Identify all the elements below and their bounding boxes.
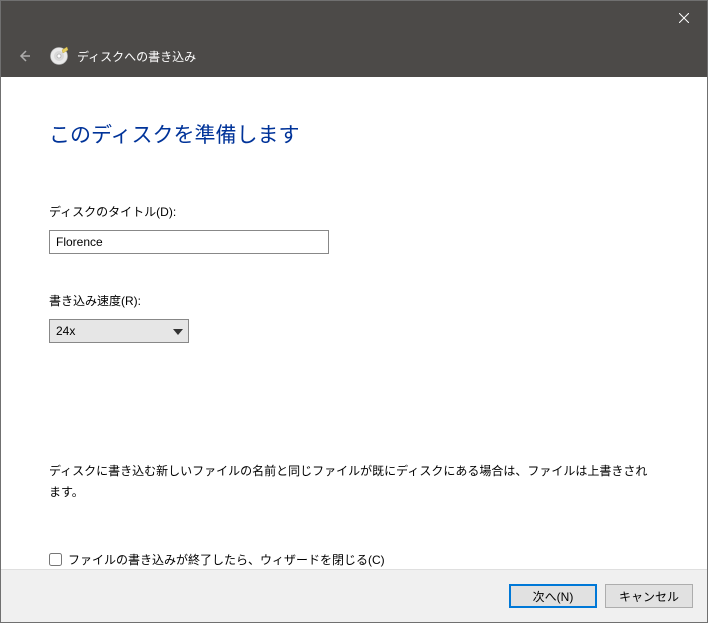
disc-title-input[interactable]	[49, 230, 329, 254]
wizard-title: ディスクへの書き込み	[77, 48, 196, 65]
back-button[interactable]	[13, 45, 35, 67]
titlebar	[1, 1, 707, 35]
close-wizard-row: ファイルの書き込みが終了したら、ウィザードを閉じる(C)	[49, 551, 667, 568]
write-speed-label: 書き込み速度(R):	[49, 292, 667, 309]
close-wizard-checkbox[interactable]	[49, 553, 62, 566]
wizard-header: ディスクへの書き込み	[1, 35, 707, 77]
next-button[interactable]: 次へ(N)	[509, 584, 597, 608]
wizard-window: ディスクへの書き込み このディスクを準備します ディスクのタイトル(D): 書き…	[0, 0, 708, 623]
page-heading: このディスクを準備します	[49, 119, 667, 149]
close-button[interactable]	[661, 1, 707, 35]
cancel-button[interactable]: キャンセル	[605, 584, 693, 608]
close-wizard-label: ファイルの書き込みが終了したら、ウィザードを閉じる(C)	[68, 551, 385, 568]
write-speed-select[interactable]: 24x	[49, 319, 189, 343]
close-icon	[679, 13, 689, 23]
wizard-content: このディスクを準備します ディスクのタイトル(D): 書き込み速度(R): 24…	[1, 77, 707, 569]
disc-title-label: ディスクのタイトル(D):	[49, 203, 667, 220]
wizard-footer: 次へ(N) キャンセル	[1, 569, 707, 622]
overwrite-note: ディスクに書き込む新しいファイルの名前と同じファイルが既にディスクにある場合は、…	[49, 461, 649, 503]
back-arrow-icon	[17, 49, 31, 63]
disc-icon	[49, 46, 69, 66]
